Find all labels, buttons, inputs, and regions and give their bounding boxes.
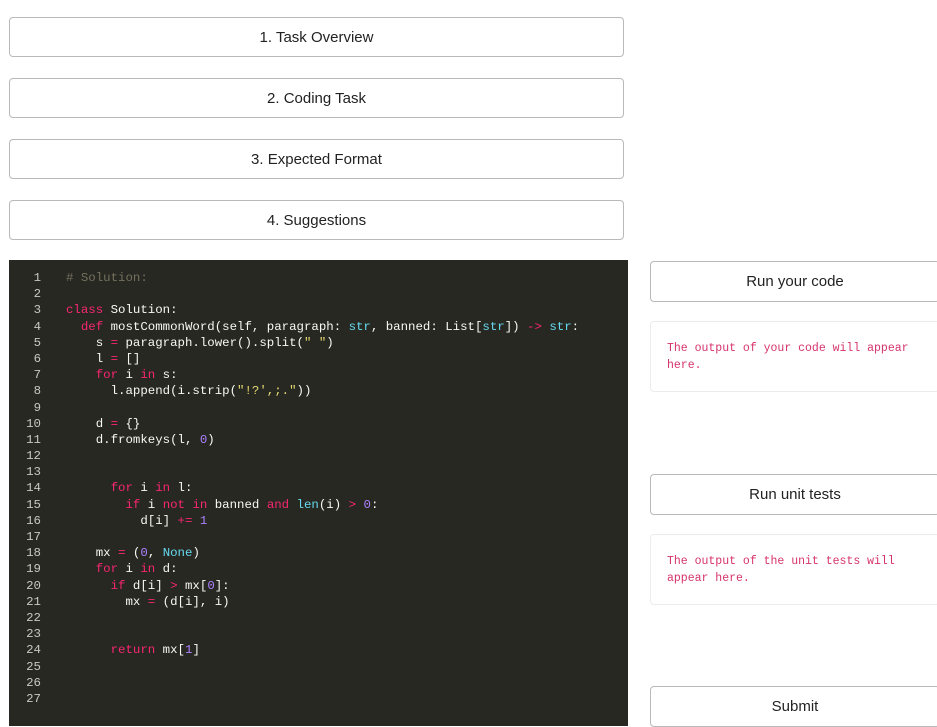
line-number-gutter: 1 2 3 4 5 6 7 8 9 10 11 12 13 14 15 16 17 18 19 20 21 22 23 24 2… <box>9 270 47 707</box>
line-number: 7 <box>33 368 41 383</box>
line-number: 9 <box>33 400 41 415</box>
run-unit-tests-label: Run unit tests <box>749 486 841 503</box>
run-unit-tests-button[interactable]: Run unit tests <box>650 474 937 515</box>
code-area[interactable]: # Solution: class Solution: def mostComm… <box>66 270 628 707</box>
line-number: 17 <box>26 530 41 544</box>
code-line: mx = (0, None) <box>66 546 200 561</box>
line-number: 18 <box>26 546 41 561</box>
line-number: 3 <box>33 303 41 318</box>
section-label: 4. Suggestions <box>266 211 367 229</box>
line-number: 11 <box>26 432 41 447</box>
code-line: if d[i] > mx[0]: <box>110 578 230 593</box>
line-number: 21 <box>26 594 41 609</box>
code-line: s = paragraph.lower().split(" ") <box>66 335 334 350</box>
section-suggestions-button[interactable]: 4. Suggestions <box>9 200 624 240</box>
run-code-label: Run your code <box>746 273 844 290</box>
line-number: 6 <box>33 351 41 366</box>
section-label: 2. Coding Task <box>267 89 366 107</box>
line-number: 16 <box>26 513 41 528</box>
line-number: 24 <box>26 643 41 658</box>
code-line: d.fromkeys(l, 0) <box>66 432 215 447</box>
line-number: 19 <box>26 562 41 577</box>
section-label: 3. Expected Format <box>251 150 382 168</box>
line-number: 23 <box>26 627 41 642</box>
line-number: 5 <box>33 335 41 350</box>
unit-tests-output-text: The output of the unit tests will appear… <box>667 555 895 585</box>
code-line: l = [] <box>66 351 141 366</box>
section-expected-format-button[interactable]: 3. Expected Format <box>9 139 624 179</box>
submit-button[interactable]: Submit <box>650 686 937 727</box>
line-number: 2 <box>33 287 41 302</box>
code-line: for i in d: <box>95 562 178 577</box>
line-number: 26 <box>26 675 41 690</box>
section-label: 1. Task Overview <box>259 28 374 46</box>
line-number: 8 <box>33 384 41 399</box>
line-number: 4 <box>33 319 41 334</box>
line-number: 20 <box>26 578 41 593</box>
line-number: 12 <box>26 449 41 464</box>
line-number: 25 <box>26 659 41 674</box>
code-output-text: The output of your code will appear here… <box>667 342 909 372</box>
line-number: 15 <box>26 497 41 512</box>
code-line: def mostCommonWord(self, paragraph: str,… <box>80 319 580 334</box>
unit-tests-output-panel: The output of the unit tests will appear… <box>650 534 937 605</box>
line-number: 27 <box>26 691 41 706</box>
line-number: 10 <box>26 416 41 431</box>
code-output-panel: The output of your code will appear here… <box>650 321 937 392</box>
line-number: 1 <box>33 271 41 285</box>
code-line: return mx[1] <box>110 643 200 658</box>
submit-label: Submit <box>771 698 819 715</box>
code-line: l.append(i.strip("!?',;.")) <box>66 384 312 399</box>
code-line: for i in l: <box>110 481 193 496</box>
code-editor[interactable]: 1 2 3 4 5 6 7 8 9 10 11 12 13 14 15 16 17 18 19 20 21 22 23 24 2… <box>9 260 628 726</box>
code-line: # Solution: <box>66 271 148 285</box>
code-line: if i not in banned and len(i) > 0: <box>125 497 379 512</box>
code-line: for i in s: <box>95 368 178 383</box>
code-line: class Solution: <box>66 303 178 318</box>
line-number: 14 <box>26 481 41 496</box>
run-code-button[interactable]: Run your code <box>650 261 937 302</box>
code-line: d = {} <box>66 416 141 431</box>
line-number: 13 <box>26 465 41 480</box>
code-line: mx = (d[i], i) <box>66 594 230 609</box>
line-number: 22 <box>26 610 41 625</box>
section-coding-task-button[interactable]: 2. Coding Task <box>9 78 624 118</box>
section-task-overview-button[interactable]: 1. Task Overview <box>9 17 624 57</box>
code-line: d[i] += 1 <box>66 513 208 528</box>
